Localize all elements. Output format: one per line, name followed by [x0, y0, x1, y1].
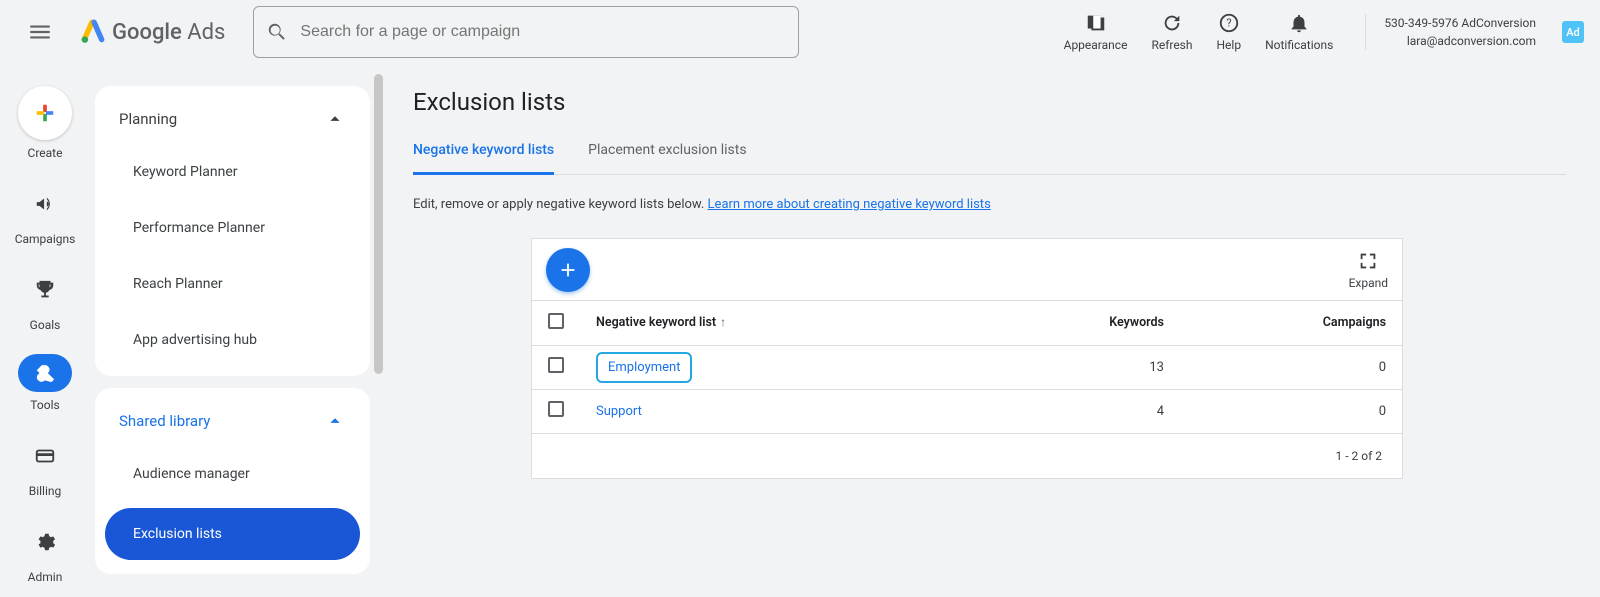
rail-admin-label: Admin — [28, 570, 63, 584]
nav-performance-planner[interactable]: Performance Planner — [95, 200, 370, 256]
table-toolbar: Expand — [532, 239, 1402, 301]
refresh-button[interactable]: Refresh — [1143, 8, 1200, 56]
megaphone-icon — [34, 193, 56, 215]
keyword-lists-table: Negative keyword list↑ Keywords Campaign… — [532, 301, 1402, 434]
nav-audience-manager[interactable]: Audience manager — [95, 446, 370, 502]
page-tabs: Negative keyword lists Placement exclusi… — [413, 142, 1566, 175]
account-info[interactable]: 530-349-5976 AdConversion lara@adconvers… — [1365, 14, 1536, 50]
row-keywords: 4 — [960, 389, 1180, 433]
nav-keyword-planner[interactable]: Keyword Planner — [95, 144, 370, 200]
ad-badge: Ad — [1562, 21, 1584, 43]
help-icon: ? — [1218, 12, 1240, 34]
refresh-label: Refresh — [1151, 38, 1192, 52]
rail-billing-label: Billing — [29, 484, 62, 498]
table-row: Employment 130 — [532, 345, 1402, 389]
left-rail: Create Campaigns Goals Tools Billing Adm… — [0, 64, 90, 597]
nav-reach-planner[interactable]: Reach Planner — [95, 256, 370, 312]
hint-text: Edit, remove or apply negative keyword l… — [413, 197, 1566, 212]
app-logo[interactable]: Google Ads — [80, 19, 225, 45]
hint-learn-more-link[interactable]: Learn more about creating negative keywo… — [708, 197, 991, 212]
panel-planning-header[interactable]: Planning — [95, 94, 370, 144]
nav-app-advertising-hub[interactable]: App advertising hub — [95, 312, 370, 368]
chevron-up-icon — [324, 410, 346, 432]
nav-exclusion-lists[interactable]: Exclusion lists — [105, 508, 360, 560]
row-name-link[interactable]: Support — [596, 404, 642, 419]
appearance-icon — [1085, 12, 1107, 34]
table-row: Support 40 — [532, 389, 1402, 433]
account-id: 530-349-5976 AdConversion — [1384, 14, 1536, 32]
top-search[interactable] — [253, 6, 799, 58]
table-pager: 1 - 2 of 2 — [532, 434, 1402, 478]
appearance-button[interactable]: Appearance — [1056, 8, 1136, 56]
add-list-button[interactable] — [546, 248, 590, 292]
hint-body: Edit, remove or apply negative keyword l… — [413, 197, 708, 212]
row-campaigns: 0 — [1180, 389, 1402, 433]
panel-shared-header[interactable]: Shared library — [95, 396, 370, 446]
col-name-header[interactable]: Negative keyword list↑ — [580, 301, 960, 345]
row-checkbox[interactable] — [548, 357, 564, 373]
expand-label: Expand — [1349, 276, 1388, 290]
panel-shared-title: Shared library — [119, 412, 210, 430]
account-email: lara@adconversion.com — [1384, 32, 1536, 50]
rail-tools-label: Tools — [30, 398, 59, 412]
expand-button[interactable]: Expand — [1349, 250, 1388, 290]
tab-placement-exclusion-lists[interactable]: Placement exclusion lists — [588, 142, 746, 175]
row-campaigns: 0 — [1180, 345, 1402, 389]
rail-tools[interactable]: Tools — [18, 354, 72, 412]
app-logo-text: Google Ads — [112, 20, 225, 45]
svg-text:?: ? — [1226, 17, 1231, 30]
rail-goals[interactable]: Goals — [23, 268, 67, 332]
panel-shared-library: Shared library Audience manager Exclusio… — [95, 388, 370, 574]
main-menu-button[interactable] — [16, 8, 64, 56]
bell-icon — [1288, 12, 1310, 34]
side-panel: Planning Keyword Planner Performance Pla… — [95, 86, 370, 574]
refresh-icon — [1161, 12, 1183, 34]
search-input[interactable] — [300, 23, 786, 41]
hamburger-icon — [27, 19, 53, 45]
row-keywords: 13 — [960, 345, 1180, 389]
card-icon — [34, 445, 56, 467]
plus-icon — [557, 259, 579, 281]
row-name-link[interactable]: Employment — [596, 352, 692, 383]
help-label: Help — [1217, 38, 1242, 52]
sidepanel-scrollbar[interactable] — [374, 70, 383, 597]
notifications-label: Notifications — [1265, 38, 1333, 52]
rail-create[interactable]: Create — [18, 86, 72, 160]
tab-negative-keyword-lists[interactable]: Negative keyword lists — [413, 142, 554, 175]
top-icon-group: Appearance Refresh ? Help Notifications — [1056, 8, 1342, 56]
search-icon — [266, 21, 288, 43]
rail-create-label: Create — [28, 146, 63, 160]
help-button[interactable]: ? Help — [1209, 8, 1250, 56]
row-checkbox[interactable] — [548, 401, 564, 417]
google-ads-icon — [80, 19, 106, 45]
top-bar: Google Ads Appearance Refresh ? Help Not… — [0, 0, 1600, 64]
rail-billing[interactable]: Billing — [23, 434, 67, 498]
chevron-up-icon — [324, 108, 346, 130]
rail-admin[interactable]: Admin — [23, 520, 67, 584]
col-keywords-header[interactable]: Keywords — [960, 301, 1180, 345]
panel-planning: Planning Keyword Planner Performance Pla… — [95, 86, 370, 376]
gear-icon — [34, 531, 56, 553]
main-content: Exclusion lists Negative keyword lists P… — [395, 70, 1584, 597]
trophy-icon — [34, 279, 56, 301]
tools-icon — [34, 362, 56, 384]
select-all-checkbox[interactable] — [548, 313, 564, 329]
expand-icon — [1357, 250, 1379, 272]
table-card: Expand Negative keyword list↑ Keywords C… — [531, 238, 1403, 479]
rail-campaigns[interactable]: Campaigns — [15, 182, 76, 246]
sort-asc-icon: ↑ — [720, 315, 726, 329]
panel-planning-title: Planning — [119, 110, 177, 128]
appearance-label: Appearance — [1064, 38, 1128, 52]
page-title: Exclusion lists — [413, 88, 1566, 116]
notifications-button[interactable]: Notifications — [1257, 8, 1341, 56]
plus-multicolor-icon — [34, 102, 56, 124]
rail-campaigns-label: Campaigns — [15, 232, 76, 246]
col-campaigns-header[interactable]: Campaigns — [1180, 301, 1402, 345]
rail-goals-label: Goals — [30, 318, 61, 332]
